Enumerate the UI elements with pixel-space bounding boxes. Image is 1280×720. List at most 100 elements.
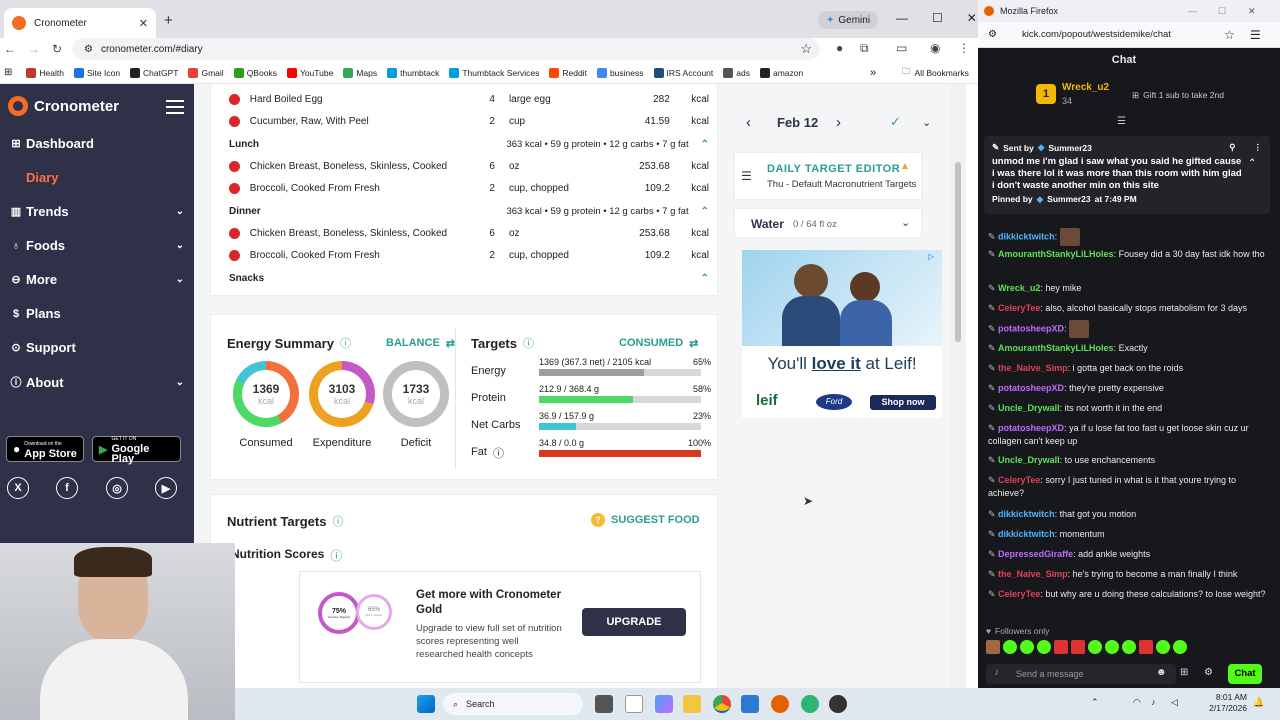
- chat-username[interactable]: Wreck_u2: [998, 283, 1040, 293]
- chat-message[interactable]: ✎ dikkicktwitch: that got you motion: [988, 508, 1274, 521]
- help-icon[interactable]: ⓘ: [340, 335, 351, 351]
- clock[interactable]: 8:01 AM 2/17/2026: [1187, 692, 1247, 714]
- chevron-up-icon[interactable]: ⌃: [701, 139, 709, 150]
- chat-message[interactable]: ✎ Uncle_Drywall: its not worth it in the…: [988, 402, 1274, 415]
- top-gifter-name[interactable]: Wreck_u2: [1062, 82, 1109, 93]
- chat-username[interactable]: the_Naive_Simp: [998, 363, 1068, 373]
- ff-minimize-icon[interactable]: —: [1188, 6, 1197, 16]
- chat-username[interactable]: AmouranthStankyLiLHoles: [998, 249, 1114, 259]
- chat-username[interactable]: the_Naive_Simp: [998, 569, 1068, 579]
- sidebar-item-about[interactable]: ⓘ About ⌄: [10, 374, 185, 390]
- emote-icon[interactable]: [1003, 640, 1017, 654]
- bookmark-item[interactable]: Health: [26, 67, 64, 78]
- sidebar-icon[interactable]: ▭: [896, 41, 907, 55]
- chat-message[interactable]: ✎ dikkicktwitch: momentum: [988, 528, 1274, 541]
- message-input[interactable]: ♪ Send a message ☻: [986, 664, 1176, 684]
- chat-username[interactable]: potatosheepXD: [998, 423, 1064, 433]
- upgrade-button[interactable]: UPGRADE: [582, 608, 686, 636]
- sidebar-item-support[interactable]: ⊙ Support: [10, 340, 184, 355]
- tab-cronometer[interactable]: Cronometer ✕: [4, 8, 156, 38]
- chat-message[interactable]: ✎ the_Naive_Simp: he's trying to become …: [988, 568, 1274, 581]
- chat-message[interactable]: ✎ AmouranthStankyLiLHoles: Exactly: [988, 342, 1274, 355]
- volume-icon[interactable]: ◁: [1171, 697, 1178, 708]
- copilot-icon[interactable]: [655, 695, 673, 713]
- next-day-icon[interactable]: ›: [836, 114, 841, 131]
- chat-message[interactable]: ✎ potatosheepXD:: [988, 320, 1274, 338]
- bookmark-item[interactable]: Maps: [343, 67, 377, 78]
- food-row[interactable]: Chicken Breast, Boneless, Skinless, Cook…: [229, 155, 709, 177]
- chat-username[interactable]: dikkicktwitch: [998, 231, 1055, 241]
- bookmark-item[interactable]: Reddit: [549, 67, 587, 78]
- chat-message[interactable]: ✎ the_Naive_Simp: i gotta get back on th…: [988, 362, 1274, 375]
- chat-message[interactable]: ✎ CeleryTee: also, alcohol basically sto…: [988, 302, 1274, 315]
- extension-icon[interactable]: ●: [836, 41, 843, 55]
- collapse-icon[interactable]: ⌃: [1248, 158, 1256, 169]
- ff-menu-icon[interactable]: ☰: [1250, 28, 1261, 42]
- balance-toggle[interactable]: BALANCE ⇄: [386, 337, 455, 350]
- emote-icon[interactable]: [1122, 640, 1136, 654]
- sidebar-item-more[interactable]: ⊖ More ⌄: [10, 272, 184, 287]
- bookmark-item[interactable]: Thumbtack Services: [449, 67, 539, 78]
- targets-help-icon[interactable]: ⓘ: [523, 335, 534, 351]
- hamburger-menu-icon[interactable]: [166, 100, 184, 114]
- chat-username[interactable]: AmouranthStankyLiLHoles: [998, 343, 1114, 353]
- emote-icon[interactable]: [1020, 640, 1034, 654]
- chat-username[interactable]: CeleryTee: [998, 303, 1040, 313]
- emoji-icon[interactable]: ☻: [1156, 667, 1167, 678]
- chat-message[interactable]: ✎ AmouranthStankyLiLHoles: Fousey did a …: [988, 248, 1274, 261]
- chevron-up-icon[interactable]: ⌃: [701, 273, 709, 284]
- scrollbar-thumb[interactable]: [955, 162, 961, 342]
- bookmark-item[interactable]: amazon: [760, 67, 803, 78]
- emote-icon[interactable]: [986, 640, 1000, 654]
- app-icon[interactable]: [801, 695, 819, 713]
- x-social-icon[interactable]: X: [7, 477, 29, 499]
- chevron-down-icon[interactable]: ⌄: [176, 274, 184, 285]
- task-view-icon[interactable]: [595, 695, 613, 713]
- ff-star-icon[interactable]: ☆: [1224, 28, 1235, 42]
- info-icon[interactable]: ⓘ: [493, 445, 504, 461]
- date-dropdown-icon[interactable]: ⌄: [922, 116, 931, 129]
- food-row[interactable]: Cucumber, Raw, With Peel 2 cup 41.59 kcal: [229, 111, 709, 133]
- google-play-button[interactable]: ▶ GET IT ON Google Play: [92, 436, 181, 465]
- url-bar[interactable]: ⚙ cronometer.com/#diary ☆: [72, 38, 820, 60]
- chat-message[interactable]: ✎ dikkicktwitch:: [988, 228, 1274, 246]
- food-row[interactable]: Broccoli, Cooked From Fresh 2 cup, chopped…: [229, 178, 709, 200]
- bookmark-item[interactable]: QBooks: [233, 67, 277, 78]
- pin-menu-icon[interactable]: ⋮: [1254, 142, 1263, 153]
- mic-tray-icon[interactable]: ♪: [1151, 697, 1156, 707]
- target-row-fat[interactable]: Fat 34.8 / 0.0 g 100% ⓘ: [471, 438, 711, 464]
- chat-message[interactable]: ✎ potatosheepXD: ya if u lose fat too fa…: [988, 422, 1274, 448]
- emote-icon[interactable]: [1088, 640, 1102, 654]
- file-explorer-icon[interactable]: [683, 695, 701, 713]
- firefox-urlbar[interactable]: ⚙ kick.com/popout/westsidemike/chat ☆ ☰: [978, 22, 1280, 48]
- bookmark-item[interactable]: Site Icon: [73, 67, 120, 78]
- chat-username[interactable]: Uncle_Drywall: [998, 403, 1060, 413]
- mic-icon[interactable]: ♪: [994, 667, 999, 678]
- emote-icon[interactable]: [1071, 640, 1085, 654]
- meal-header-lunch[interactable]: Lunch 363 kcal • 59 g protein • 12 g carb…: [229, 134, 709, 154]
- chat-username[interactable]: dikkicktwitch: [998, 529, 1055, 539]
- emote-icon[interactable]: [1173, 640, 1187, 654]
- chat-username[interactable]: potatosheepXD: [998, 323, 1064, 333]
- bookmark-star-icon[interactable]: ☆: [800, 41, 812, 57]
- bookmark-item[interactable]: IRS Account: [653, 67, 713, 78]
- emote-icon[interactable]: [1156, 640, 1170, 654]
- expand-icon[interactable]: ☰: [1117, 116, 1126, 127]
- bookmark-item[interactable]: YouTube: [286, 67, 333, 78]
- chevron-down-icon[interactable]: ⌄: [176, 377, 184, 388]
- bookmark-item[interactable]: ads: [723, 67, 750, 78]
- emote-icon[interactable]: [1037, 640, 1051, 654]
- settings-icon[interactable]: ⚙: [1204, 667, 1213, 678]
- target-row-protein[interactable]: Protein 212.9 / 368.4 g 58%: [471, 384, 711, 410]
- chat-message[interactable]: ✎ CeleryTee: but why are u doing these c…: [988, 588, 1274, 601]
- daily-target-editor[interactable]: ☰ DAILY TARGET EDITOR ▲ Thu - Default Ma…: [734, 152, 922, 200]
- reload-icon[interactable]: ↻: [52, 42, 62, 56]
- gift-sub-prompt[interactable]: ⊞ Gift 1 sub to take 2nd: [1132, 90, 1224, 101]
- gemini-button[interactable]: ✦ Gemini: [818, 11, 879, 29]
- site-info-icon[interactable]: ⚙: [988, 29, 997, 40]
- profile-icon[interactable]: ◉: [930, 41, 940, 55]
- chat-message[interactable]: ✎ CeleryTee: sorry I just tuned in what …: [988, 474, 1274, 500]
- send-chat-button[interactable]: Chat: [1228, 664, 1262, 684]
- notification-icon[interactable]: 🔔: [1253, 697, 1264, 708]
- close-window-icon[interactable]: ✕: [967, 11, 977, 25]
